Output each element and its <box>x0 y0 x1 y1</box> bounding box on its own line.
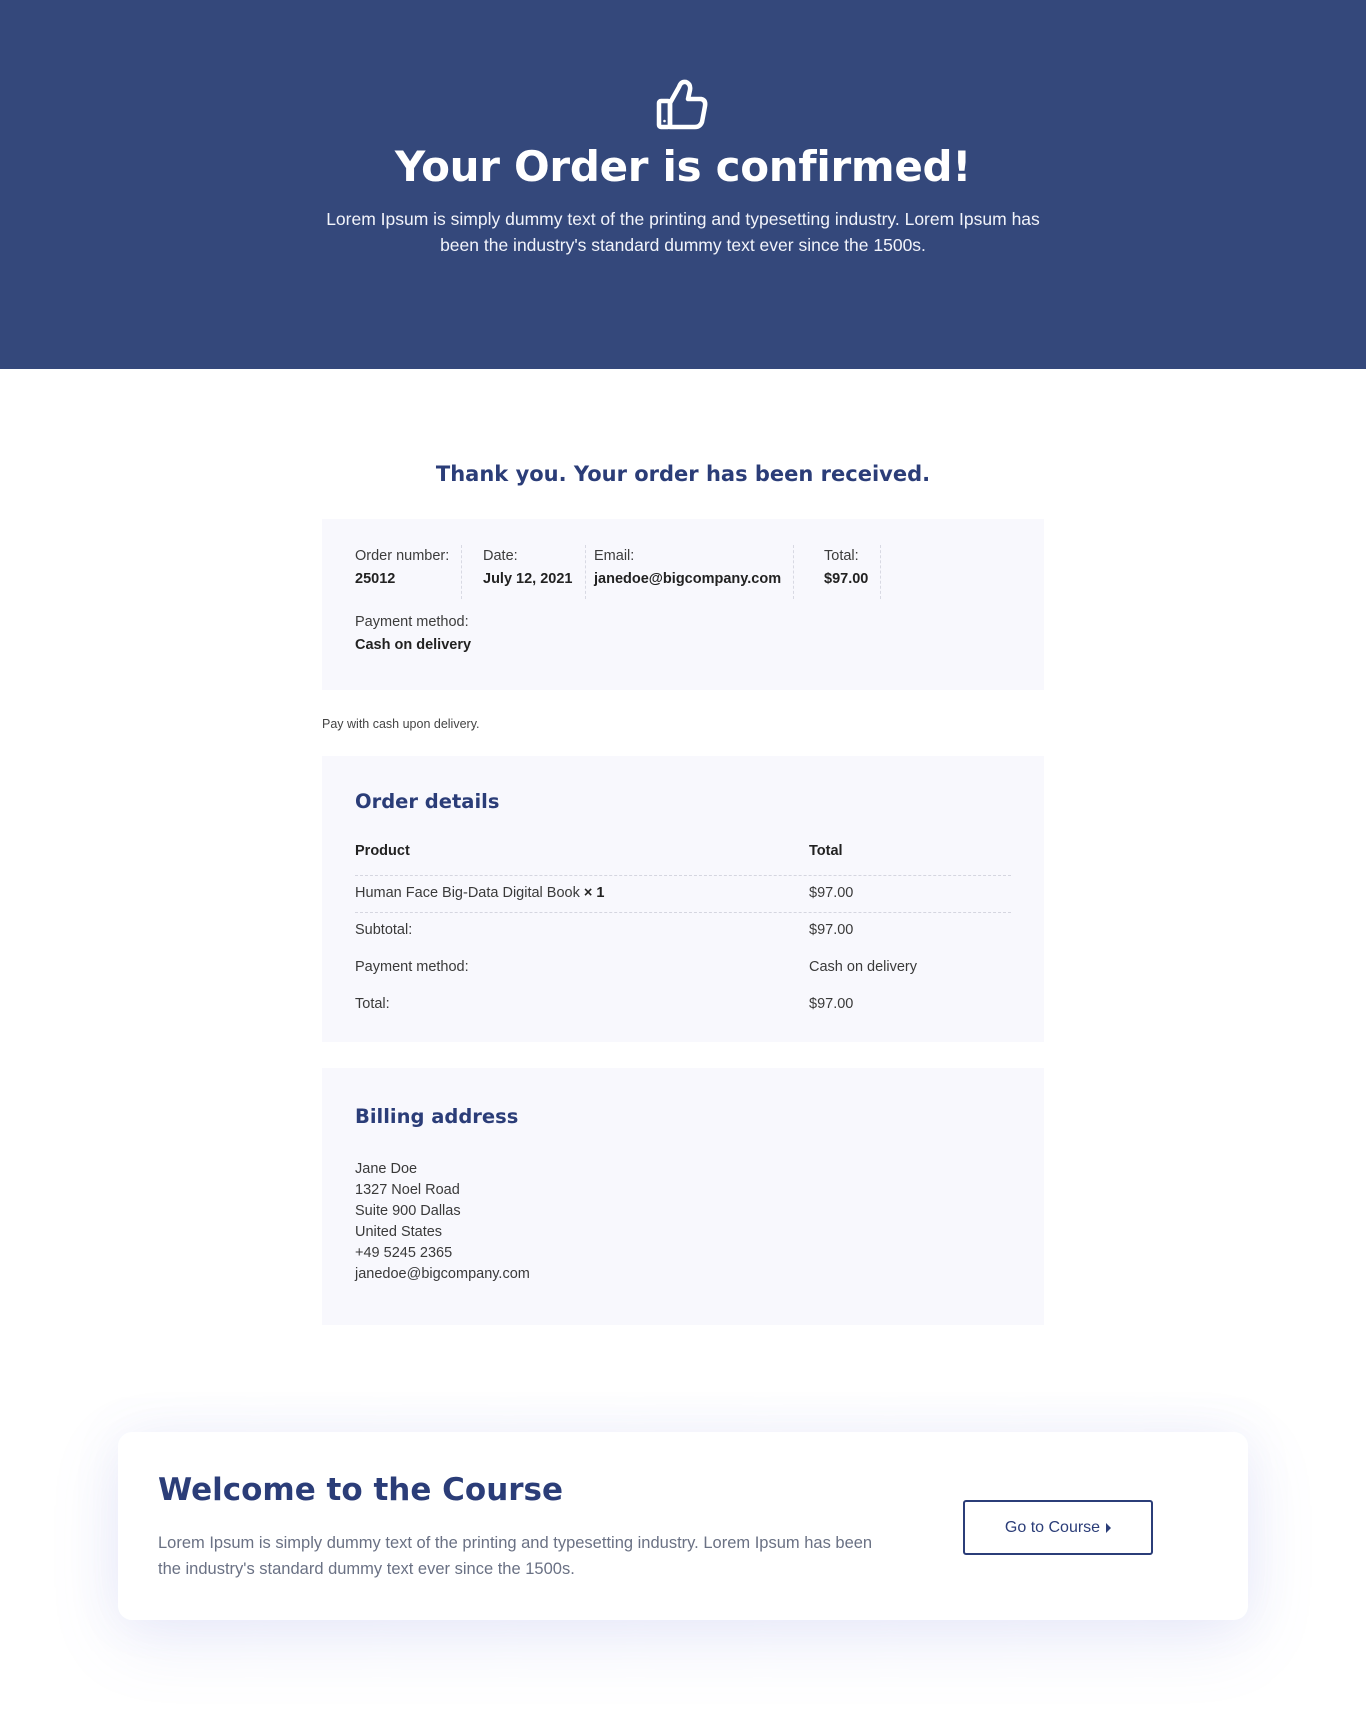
order-date-label: Date: <box>483 548 518 564</box>
order-details-panel: Order details Product Total Human Face B… <box>322 756 1044 1042</box>
thank-you-heading: Thank you. Your order has been received. <box>435 462 931 486</box>
product-name: Human Face Big-Data Digital Book <box>355 885 580 901</box>
details-payment-value: Cash on delivery <box>809 959 917 975</box>
payment-note: Pay with cash upon delivery. <box>322 717 480 731</box>
order-date-block: Date: July 12, 2021 <box>472 545 586 599</box>
subtotal-value: $97.00 <box>809 922 854 938</box>
order-overview: Order number: 25012 Date: July 12, 2021 … <box>322 519 1044 690</box>
details-total-value: $97.00 <box>809 996 854 1012</box>
product-quantity: × 1 <box>583 885 605 901</box>
table-header-row: Product Total <box>355 839 1011 876</box>
order-date-value: July 12, 2021 <box>483 571 573 587</box>
subtotal-label: Subtotal: <box>355 922 413 938</box>
order-number-block: Order number: 25012 <box>355 545 463 599</box>
payment-method-block: Payment method: Cash on delivery <box>355 611 483 665</box>
billing-country: United States <box>355 1224 443 1240</box>
page-title: Your Order is confirmed! <box>394 142 972 191</box>
confirmation-hero: Your Order is confirmed! Lorem Ipsum is … <box>0 0 1366 369</box>
welcome-title: Welcome to the Course <box>158 1472 564 1508</box>
caret-right-icon <box>1106 1522 1112 1533</box>
order-total-label: Total: <box>824 548 859 564</box>
go-to-course-button[interactable]: Go to Course <box>963 1500 1153 1555</box>
welcome-text: Lorem Ipsum is simply dummy text of the … <box>158 1534 873 1578</box>
billing-address-panel: Billing address Jane Doe 1327 Noel Road … <box>322 1068 1044 1325</box>
col-total-header: Total <box>809 843 843 859</box>
details-payment-label: Payment method: <box>355 959 469 975</box>
table-row: Total: $97.00 <box>355 987 1011 1024</box>
order-total-value: $97.00 <box>824 571 869 587</box>
details-total-label: Total: <box>355 996 390 1012</box>
table-row: Payment method: Cash on delivery <box>355 950 1011 987</box>
billing-suite: Suite 900 Dallas <box>355 1203 461 1219</box>
go-to-course-label: Go to Course <box>1004 1518 1101 1536</box>
billing-street: 1327 Noel Road <box>355 1182 460 1198</box>
table-row: Human Face Big-Data Digital Book × 1 $97… <box>355 876 1011 913</box>
order-email-label: Email: <box>594 548 635 564</box>
payment-method-label: Payment method: <box>355 614 469 630</box>
payment-method-value: Cash on delivery <box>355 637 472 653</box>
col-product-header: Product <box>355 843 410 859</box>
billing-address: Jane Doe 1327 Noel Road Suite 900 Dallas… <box>355 1159 530 1285</box>
billing-name: Jane Doe <box>355 1161 418 1177</box>
table-row: Subtotal: $97.00 <box>355 913 1011 950</box>
thumbs-up-icon <box>655 77 709 133</box>
hero-subtitle: Lorem Ipsum is simply dummy text of the … <box>326 209 1040 255</box>
order-email-block: Email: janedoe@bigcompany.com <box>583 545 795 599</box>
product-cell: Human Face Big-Data Digital Book × 1 <box>355 885 604 901</box>
order-number-label: Order number: <box>355 548 450 564</box>
welcome-course-card: Welcome to the Course Lorem Ipsum is sim… <box>118 1432 1248 1620</box>
order-details-table: Product Total Human Face Big-Data Digita… <box>355 839 1011 1024</box>
billing-phone: +49 5245 2365 <box>355 1245 453 1261</box>
billing-email: janedoe@bigcompany.com <box>355 1266 530 1282</box>
order-email-value: janedoe@bigcompany.com <box>594 571 782 587</box>
order-details-heading: Order details <box>355 790 500 813</box>
billing-address-heading: Billing address <box>355 1105 519 1128</box>
product-total: $97.00 <box>809 885 854 901</box>
order-number-value: 25012 <box>355 571 396 587</box>
order-total-block: Total: $97.00 <box>813 545 882 599</box>
